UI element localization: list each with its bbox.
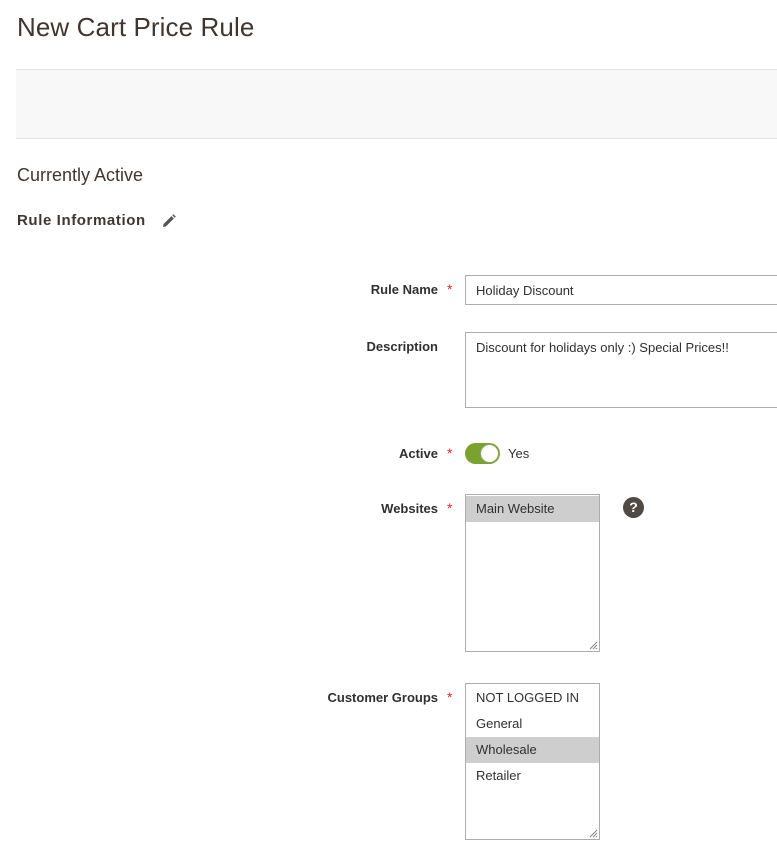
- resize-grip-icon[interactable]: [588, 640, 598, 650]
- customer-groups-required-mark: *: [447, 689, 453, 705]
- customer-groups-label: Customer Groups: [327, 690, 438, 705]
- customer-group-option-wholesale[interactable]: Wholesale: [466, 737, 599, 763]
- customer-group-option-not-logged-in[interactable]: NOT LOGGED IN: [466, 685, 599, 711]
- active-required-mark: *: [447, 445, 453, 461]
- websites-label: Websites: [381, 501, 438, 516]
- toggle-knob: [480, 444, 499, 463]
- websites-option-main-website[interactable]: Main Website: [466, 496, 599, 522]
- section-title-rule-information[interactable]: Rule Information: [17, 212, 146, 229]
- active-toggle[interactable]: [465, 443, 500, 464]
- help-icon[interactable]: ?: [623, 497, 644, 518]
- websites-required-mark: *: [447, 500, 453, 516]
- rule-status-heading: Currently Active: [17, 165, 144, 185]
- active-toggle-label: Yes: [508, 446, 530, 461]
- description-label: Description: [366, 339, 438, 354]
- page-actions-bar: [16, 69, 777, 139]
- pencil-icon[interactable]: [161, 213, 177, 229]
- rule-name-required-mark: *: [447, 281, 453, 297]
- websites-multiselect[interactable]: Main Website: [465, 494, 600, 652]
- customer-group-option-retailer[interactable]: Retailer: [466, 763, 599, 789]
- description-textarea[interactable]: Discount for holidays only :) Special Pr…: [465, 332, 777, 408]
- customer-group-option-general[interactable]: General: [466, 711, 599, 737]
- rule-name-label: Rule Name: [370, 282, 438, 297]
- page-title: New Cart Price Rule: [17, 12, 255, 42]
- resize-grip-icon[interactable]: [588, 828, 598, 838]
- rule-name-input[interactable]: [465, 275, 777, 305]
- customer-groups-multiselect[interactable]: NOT LOGGED IN General Wholesale Retailer: [465, 683, 600, 840]
- active-label: Active: [398, 446, 438, 461]
